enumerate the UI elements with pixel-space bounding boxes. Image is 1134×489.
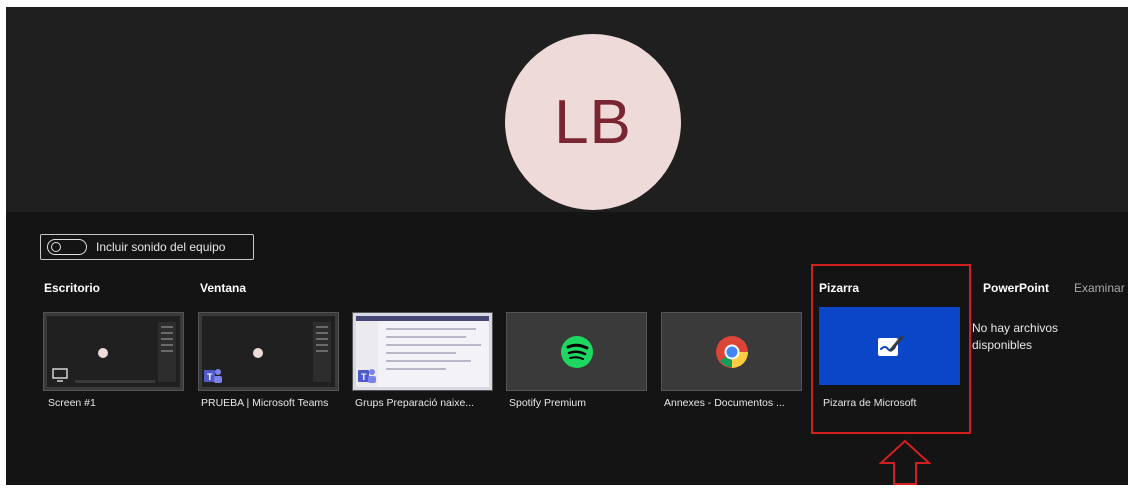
teams-icon: T [204,369,222,383]
whiteboard-caption: Pizarra de Microsoft [823,397,917,409]
thumbnail-caption: Annexes - Documentos ... [664,397,785,409]
svg-text:T: T [207,372,213,382]
video-stage: LB [6,7,1128,212]
monitor-icon [52,368,68,382]
browse-link[interactable]: Examinar [1074,281,1125,295]
window-thumbnail[interactable]: T [352,312,493,391]
mini-sidebar [313,322,331,382]
thumbnail-caption: Grups Preparació naixe... [355,397,475,409]
whiteboard-icon [877,335,903,356]
section-window: Ventana [200,281,247,295]
section-powerpoint[interactable]: PowerPoint [983,281,1049,295]
thumbnail-caption: Screen #1 [48,397,96,409]
teams-icon: T [358,369,376,383]
window-thumbnail[interactable] [661,312,802,391]
thumbnail-caption: PRUEBA | Microsoft Teams [201,397,329,409]
screen-thumbnail[interactable] [43,312,184,391]
toggle-label: Incluir sonido del equipo [96,240,226,254]
thumbnail-caption: Spotify Premium [509,397,587,409]
mini-avatar [253,348,263,358]
mini-avatar [98,348,108,358]
chrome-icon [715,335,748,368]
avatar: LB [505,34,681,210]
include-sound-toggle[interactable]: Incluir sonido del equipo [40,234,254,260]
powerpoint-empty-message: No hay archivos disponibles [972,321,1059,352]
section-desktop: Escritorio [44,281,101,295]
arrow-up-icon [879,439,931,485]
mini-sidebar [158,322,176,382]
avatar-initials: LB [554,87,632,157]
svg-text:T: T [361,372,367,382]
window-thumbnail[interactable] [506,312,647,391]
whiteboard-thumbnail[interactable] [819,307,960,385]
share-content-window: LB Incluir sonido del equipo Escritorio … [6,7,1128,485]
toggle-switch[interactable] [47,239,87,255]
spotify-icon [560,335,593,368]
toggle-knob [51,242,61,252]
window-thumbnail[interactable]: T [198,312,339,391]
